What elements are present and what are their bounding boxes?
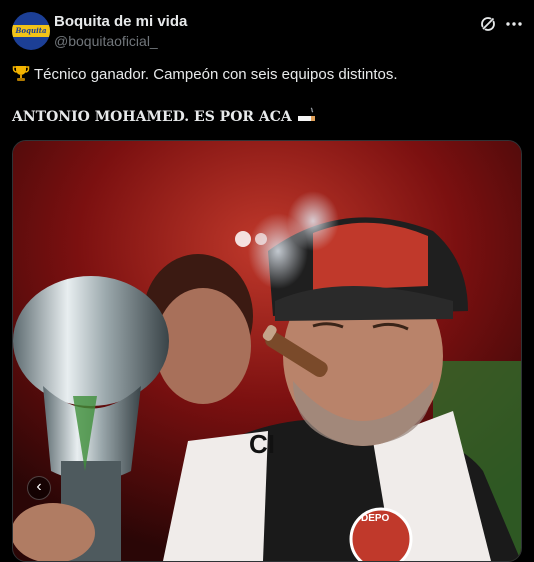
post-media-image[interactable]: CI DEPO ‹ [12,140,522,562]
trophy-icon [12,66,30,81]
carousel-prev-button[interactable]: ‹ [27,476,51,500]
badge-text: DEPO [361,513,390,524]
chevron-left-icon: ‹ [36,478,42,495]
handle[interactable]: @boquitaoficial_ [54,33,158,49]
avatar-logo-text: Boquita [15,26,47,35]
post-text-line-2: ANTONIO MOHAMED. ES POR ACA [12,107,317,125]
grok-icon[interactable] [479,15,497,33]
post-header: Boquita Boquita de mi vida @boquitaofici… [12,12,522,54]
display-name[interactable]: Boquita de mi vida [54,13,187,30]
scarf-text: CI [249,429,275,459]
photo-illustration: CI DEPO [13,141,521,561]
cigarette-icon [297,107,315,121]
post-text-line-2-text: ANTONIO MOHAMED. ES POR ACA [12,109,292,125]
post-text-line-1: Técnico ganador. Campeón con seis equipo… [12,64,398,83]
more-icon[interactable] [505,15,523,33]
post-text-line-1-text: Técnico ganador. Campeón con seis equipo… [34,66,398,83]
avatar[interactable]: Boquita [12,12,50,50]
background-person-face [155,288,251,404]
